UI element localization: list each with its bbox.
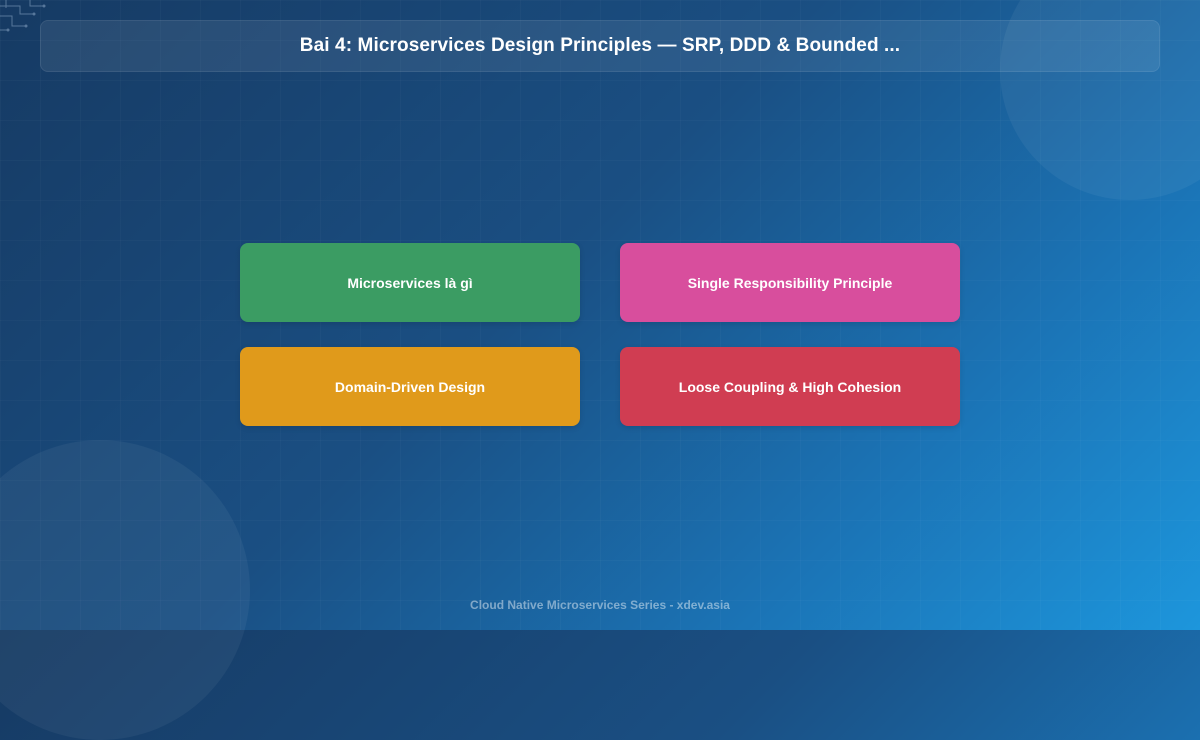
page-title: Bai 4: Microservices Design Principles —…	[299, 35, 901, 56]
topic-card-single-responsibility[interactable]: Single Responsibility Principle	[620, 243, 960, 322]
title-bar: Bai 4: Microservices Design Principles —…	[40, 20, 1160, 72]
topic-card-microservices[interactable]: Microservices là gì	[240, 243, 580, 322]
footer-series-text: Cloud Native Microservices Series - xdev…	[470, 598, 730, 612]
topic-grid: Microservices là gì Single Responsibilit…	[240, 243, 960, 426]
topic-card-loose-coupling[interactable]: Loose Coupling & High Cohesion	[620, 347, 960, 426]
topic-card-domain-driven-design[interactable]: Domain-Driven Design	[240, 347, 580, 426]
decorative-circle-bottom-left	[0, 440, 250, 740]
